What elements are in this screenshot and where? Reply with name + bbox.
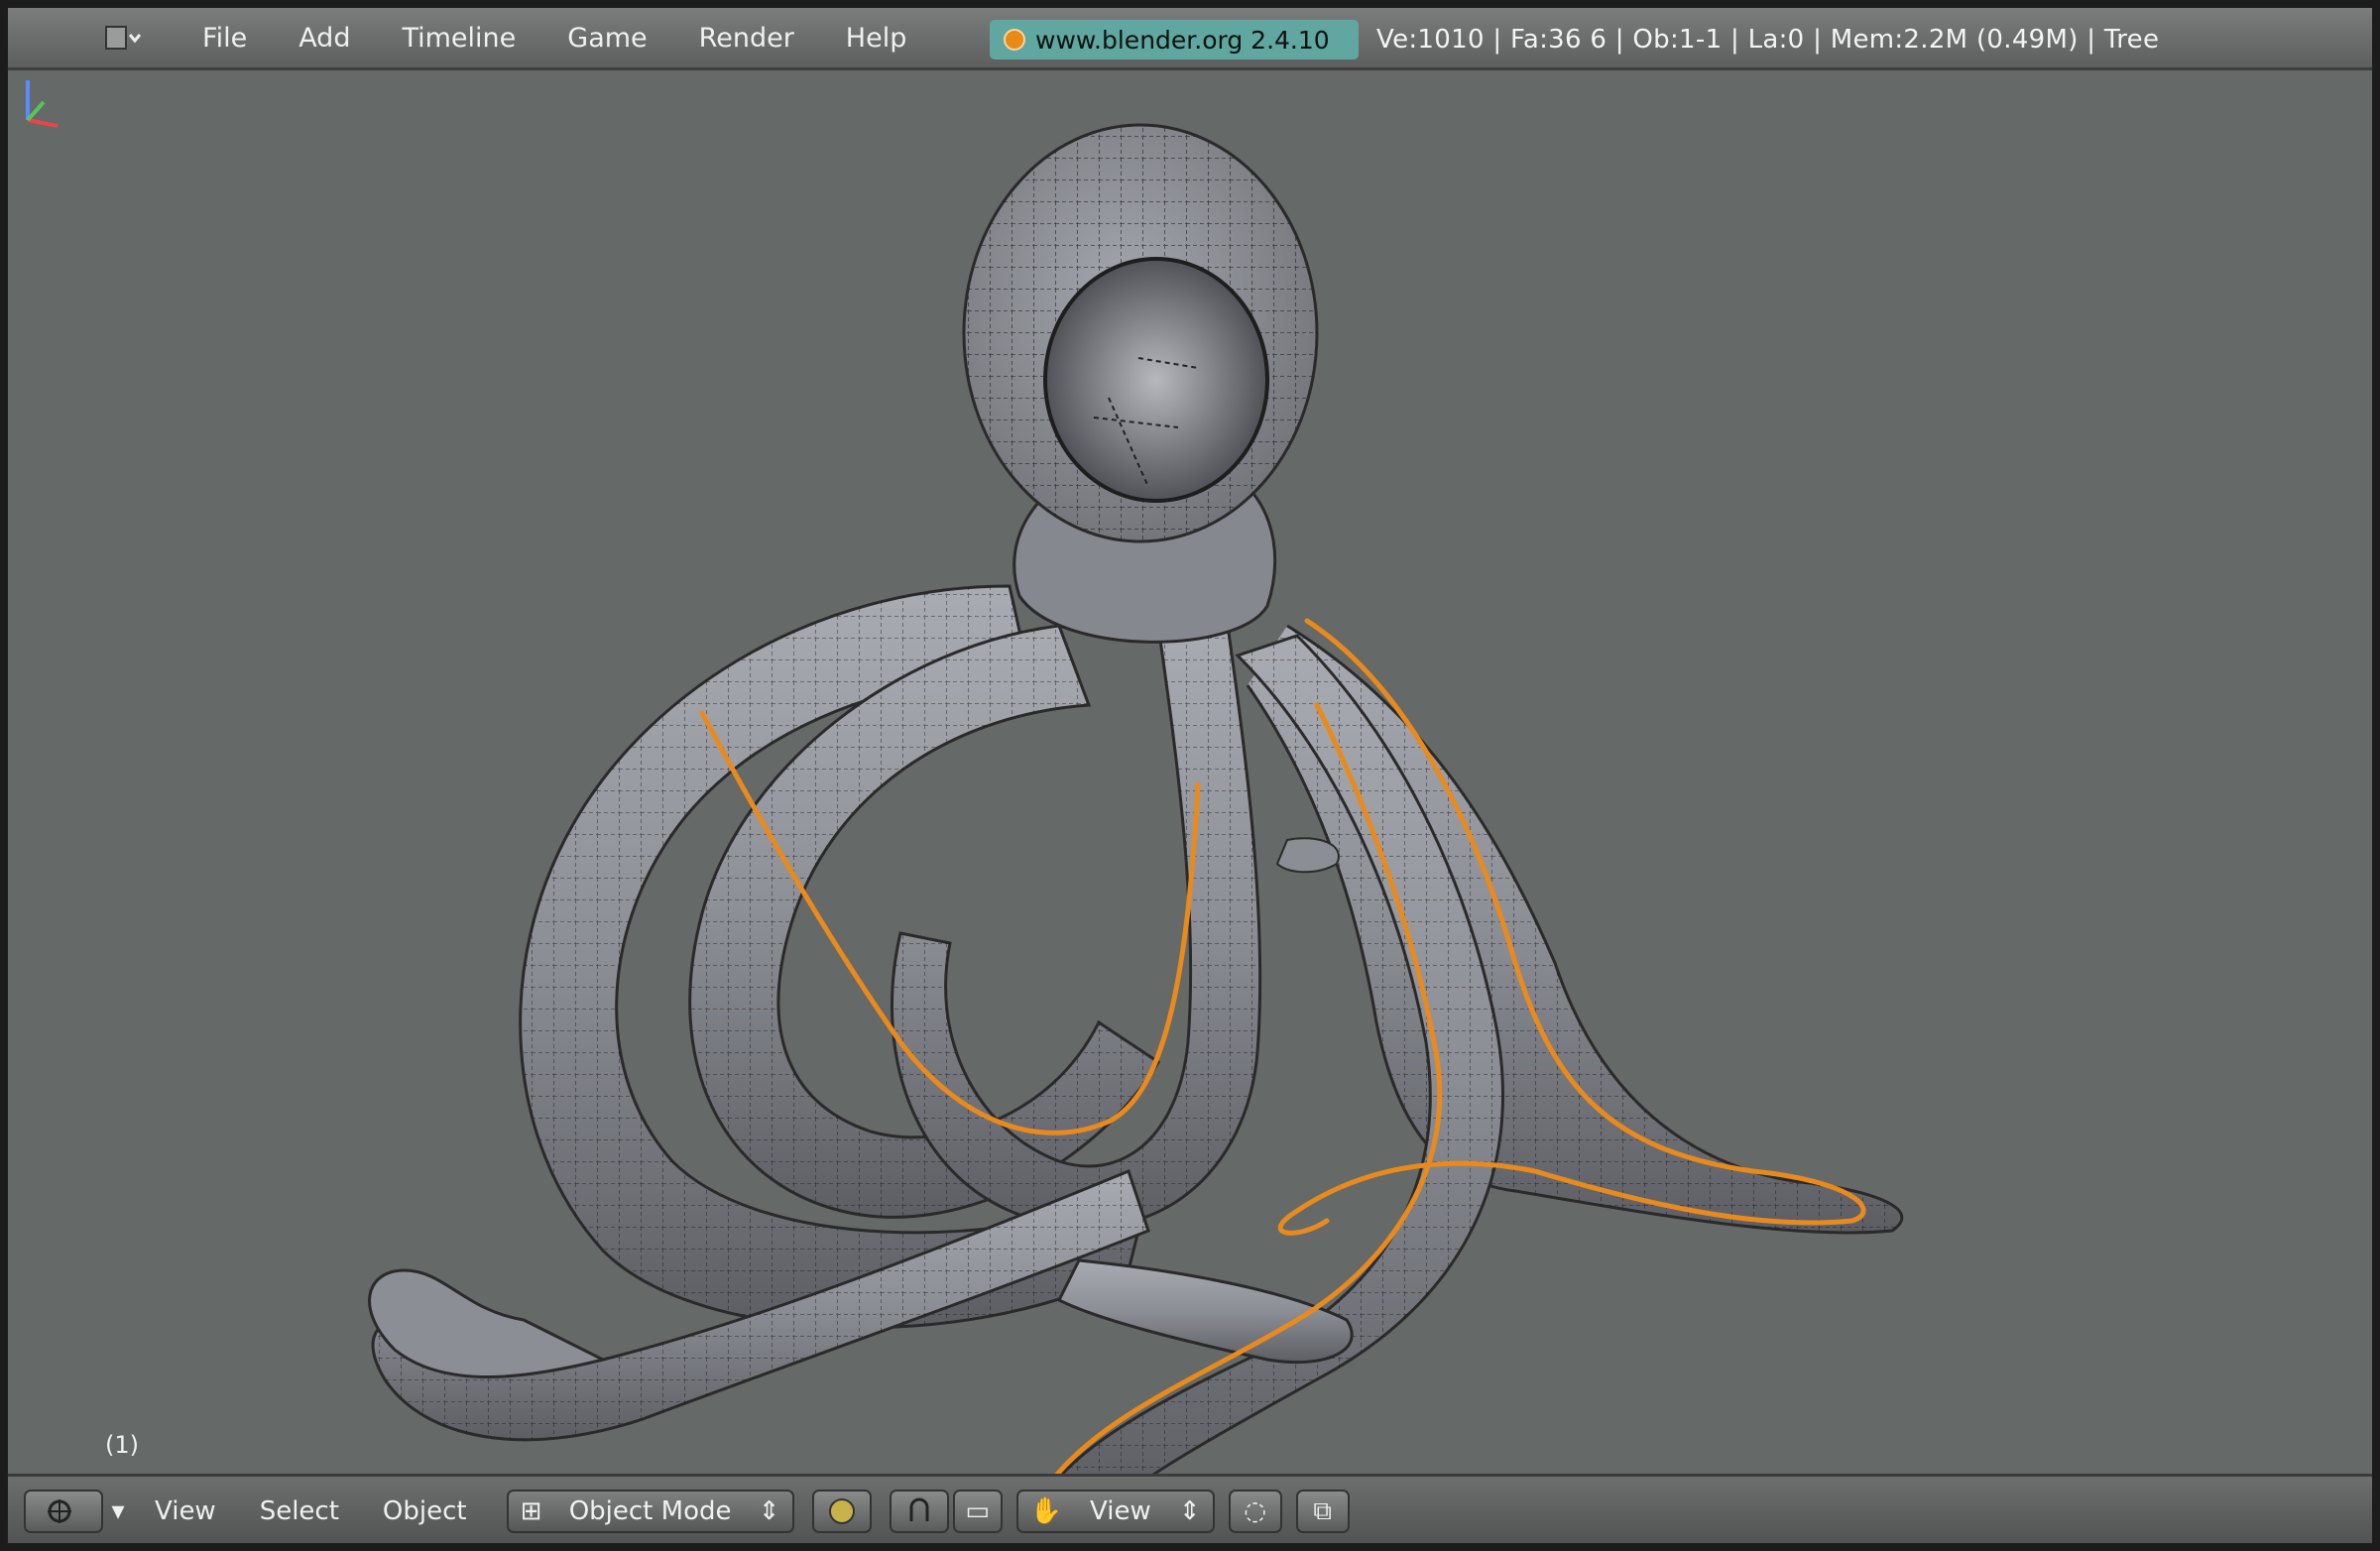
octopus-head [962,123,1319,644]
pivot-icon [909,1497,929,1521]
layers-icon: ◌ [1244,1496,1266,1526]
menu-help[interactable]: Help [820,23,933,54]
frame-object-label: (1) [105,1431,139,1459]
layers-button[interactable]: ◌ [1228,1490,1282,1533]
info-header: File Add Timeline Game Render Help www.b… [8,8,2372,70]
hand-icon: ✋ [1029,1496,1062,1526]
updown-arrows-icon-2: ⇕ [1178,1496,1201,1526]
transform-label: View [1090,1496,1151,1526]
3d-view-header: ▾ View Select Object ⊞ Object Mode ⇕ ▭ ✋… [8,1474,2372,1543]
info-icon [105,26,142,50]
scene-stats: Ve:1010 | Fa:36 6 | Ob:1-1 | La:0 | Mem:… [1376,25,2160,55]
axis-gizmo-icon [26,80,59,128]
snap-button[interactable]: ⧉ [1295,1490,1350,1533]
pivot-button[interactable] [889,1490,949,1533]
version-tab[interactable]: www.blender.org 2.4.10 [990,20,1359,60]
object-mode-icon: ⊞ [520,1496,542,1526]
pivot-point-align-button[interactable]: ▭ [952,1490,1003,1533]
collapse-menus-icon[interactable]: ▾ [103,1496,133,1526]
octopus-mesh [368,123,1904,1474]
mode-select[interactable]: ⊞ Object Mode ⇕ [506,1490,794,1533]
tentacles [368,584,1904,1474]
3d-viewport[interactable]: (1) [8,70,2372,1474]
menu-render[interactable]: Render [673,23,820,54]
editor-type-3d-button[interactable] [24,1490,103,1533]
updown-arrows-icon: ⇕ [758,1496,780,1526]
shading-sphere-icon [828,1498,855,1524]
transform-orientation-select[interactable]: ✋ View ⇕ [1015,1490,1215,1533]
editor-type-button[interactable] [87,18,157,58]
menu-file[interactable]: File [177,23,273,54]
menu-timeline[interactable]: Timeline [376,23,541,54]
blender-logo-icon [1004,29,1025,51]
menu-view[interactable]: View [133,1496,238,1526]
menu-object[interactable]: Object [361,1496,489,1526]
menu-select[interactable]: Select [238,1496,361,1526]
blender-window: File Add Timeline Game Render Help www.b… [8,8,2372,1543]
3d-view-icon [48,1499,71,1523]
mode-label: Object Mode [568,1496,732,1526]
menu-game[interactable]: Game [541,23,672,54]
shading-button[interactable] [811,1490,872,1533]
version-label: www.blender.org 2.4.10 [1035,25,1330,55]
main-menu: File Add Timeline Game Render Help [177,23,932,54]
snap-icon: ⧉ [1313,1495,1332,1526]
align-icon: ▭ [965,1496,990,1526]
menu-add[interactable]: Add [273,23,376,54]
